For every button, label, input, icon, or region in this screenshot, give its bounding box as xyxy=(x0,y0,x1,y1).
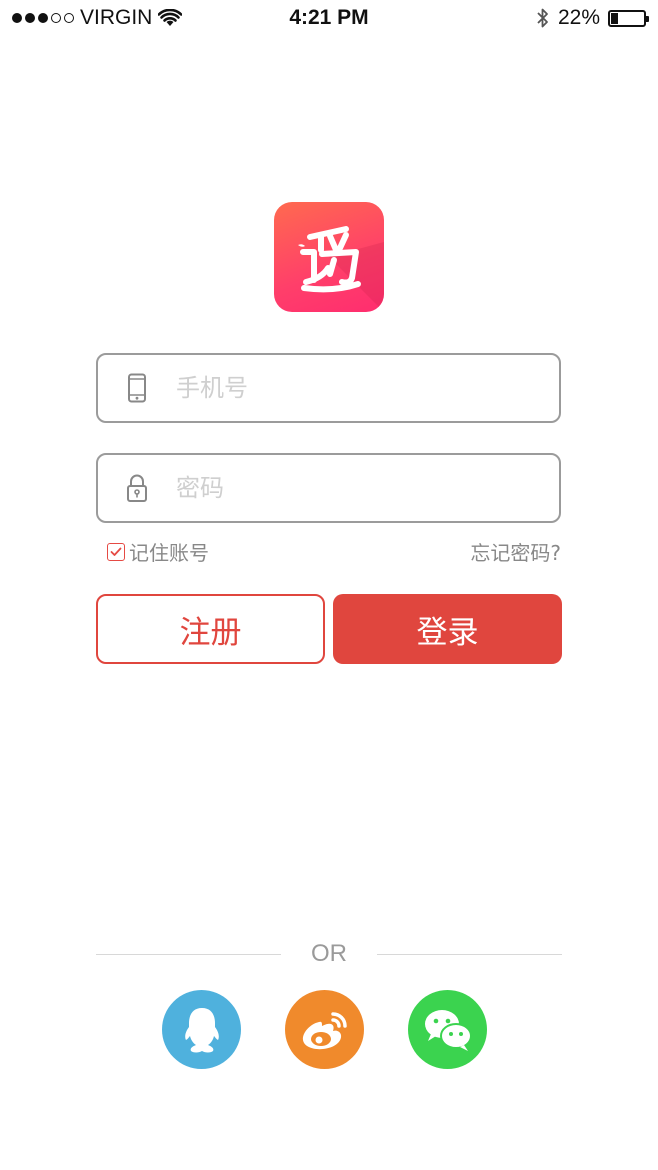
app-logo-glyph xyxy=(298,226,384,312)
remember-checkbox[interactable] xyxy=(107,542,125,561)
remember-account-toggle[interactable]: 记住账号 xyxy=(107,537,209,566)
wechat-login-button[interactable] xyxy=(408,990,487,1069)
qq-icon xyxy=(184,1007,219,1052)
register-button[interactable]: 注册 xyxy=(96,594,325,664)
phone-input[interactable] xyxy=(176,374,536,402)
status-right: 22% xyxy=(536,6,649,30)
login-screen: VIRGIN 4:21 PM 22% 手机号 记住账号 忘记密码? 注册 登录 … xyxy=(0,0,658,1170)
or-label: OR xyxy=(311,940,347,967)
qq-login-button[interactable] xyxy=(162,990,241,1069)
checkmark-icon xyxy=(110,547,122,556)
divider-right xyxy=(377,954,562,955)
phone-icon xyxy=(128,373,146,403)
password-field[interactable] xyxy=(96,453,561,523)
forgot-password-link[interactable]: 忘记密码? xyxy=(470,537,561,566)
password-input[interactable] xyxy=(176,474,536,502)
divider-left xyxy=(96,954,281,955)
weibo-login-button[interactable] xyxy=(285,990,364,1069)
status-bar: VIRGIN 4:21 PM 22% xyxy=(0,0,658,38)
remember-label: 记住账号 xyxy=(129,541,209,565)
lock-icon xyxy=(127,474,147,502)
lock-icon-wrap xyxy=(98,473,176,503)
wechat-icon xyxy=(424,1009,472,1051)
battery-percent: 22% xyxy=(557,6,600,29)
app-logo xyxy=(274,202,384,312)
weibo-icon xyxy=(302,1011,347,1049)
battery-icon xyxy=(608,9,649,27)
login-button[interactable]: 登录 xyxy=(333,594,562,664)
phone-field[interactable] xyxy=(96,353,561,423)
phone-icon-wrap xyxy=(98,373,176,403)
bluetooth-icon xyxy=(537,8,548,28)
